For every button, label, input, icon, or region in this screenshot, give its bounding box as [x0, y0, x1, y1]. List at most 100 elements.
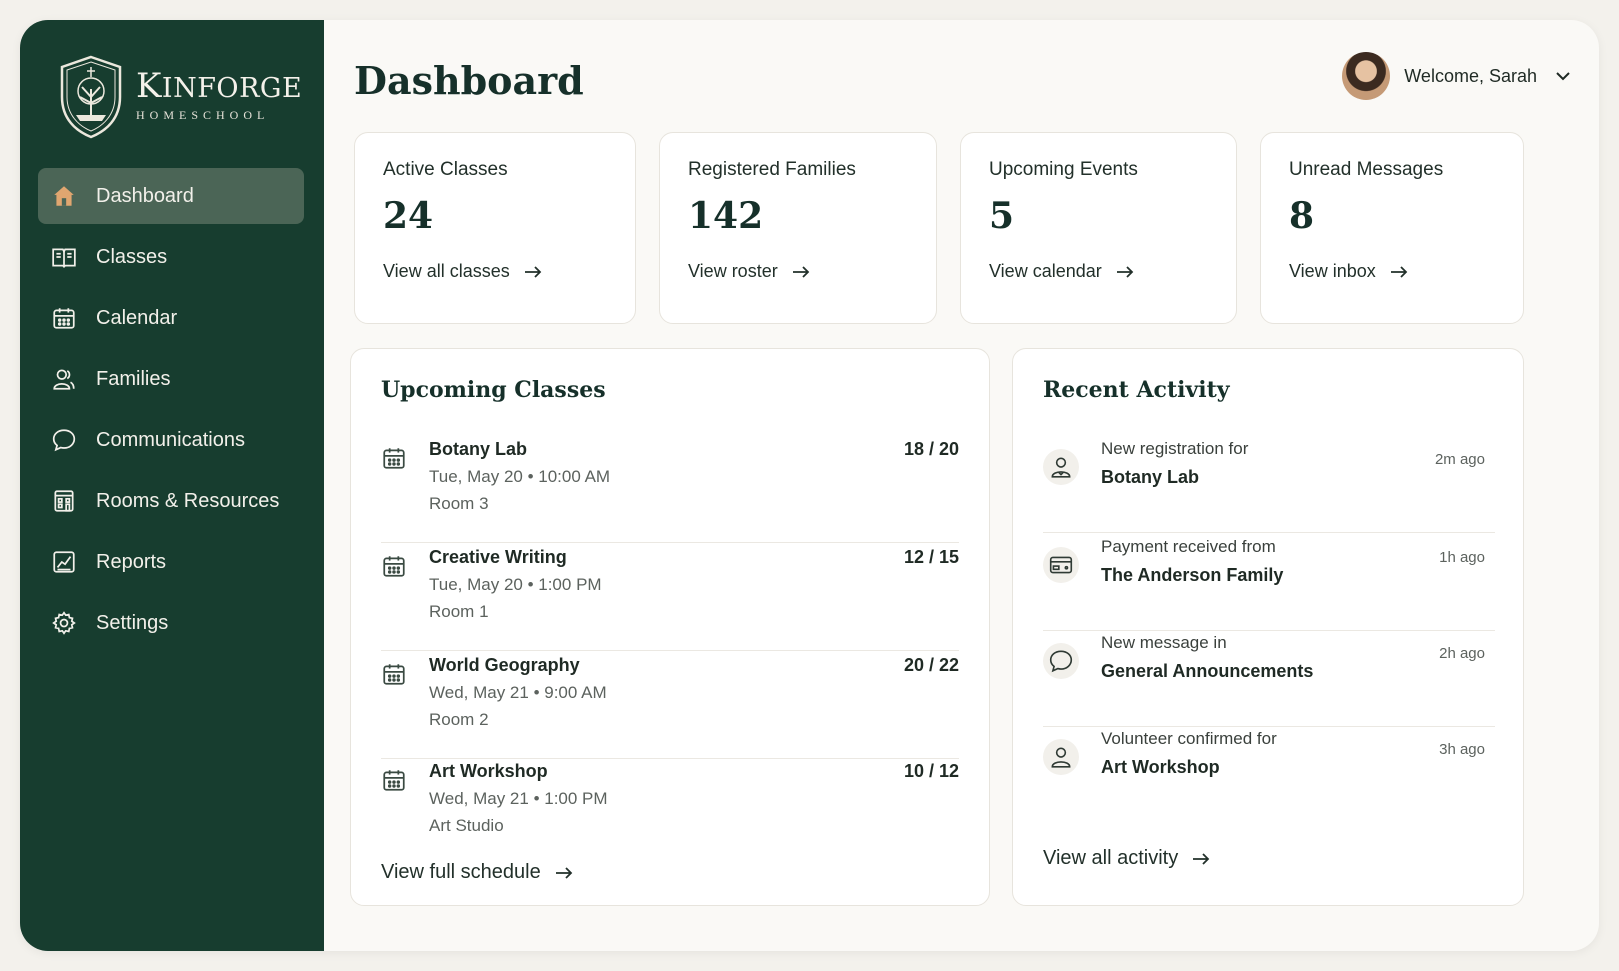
recent-activity-panel: Recent Activity New registration for Bot…: [1012, 348, 1524, 906]
stat-label: Active Classes: [383, 159, 508, 180]
stat-value: 142: [688, 195, 764, 237]
sidebar-item-dashboard[interactable]: Dashboard: [38, 168, 304, 224]
activity-text: Volunteer confirmed for: [1101, 729, 1277, 748]
class-name: Botany Lab: [429, 439, 528, 459]
chevron-down-icon: [1556, 72, 1570, 81]
class-row[interactable]: Creative Writing Tue, May 20 • 1:00 PM R…: [381, 543, 959, 651]
stat-label: Upcoming Events: [989, 159, 1138, 180]
enrollment-count: 20 / 22: [903, 655, 959, 675]
activity-text: Payment received from: [1101, 537, 1276, 556]
stat-card-active-classes: Active Classes 24 View all classes: [354, 132, 636, 324]
view-calendar-link[interactable]: View calendar: [989, 261, 1134, 282]
sidebar-item-label: Communications: [96, 428, 245, 451]
sidebar-item-label: Families: [96, 367, 171, 390]
arrow-right-icon: [1193, 852, 1210, 865]
sidebar-item-label: Calendar: [96, 306, 178, 329]
view-all-classes-link[interactable]: View all classes: [383, 261, 542, 282]
enrollment-count: 10 / 12: [903, 761, 959, 781]
stat-card-registered-families: Registered Families 142 View roster: [659, 132, 937, 324]
calendar-icon: [383, 664, 405, 685]
class-room: Art Studio: [429, 816, 504, 835]
sidebar-item-label: Dashboard: [96, 184, 194, 207]
sidebar-item-families[interactable]: Families: [38, 351, 304, 407]
sidebar-item-reports[interactable]: Reports: [38, 534, 304, 590]
panel-title: Upcoming Classes: [381, 377, 606, 403]
sidebar-item-settings[interactable]: Settings: [38, 595, 304, 651]
sidebar-item-calendar[interactable]: Calendar: [38, 290, 304, 346]
class-name: World Geography: [429, 655, 580, 675]
arrow-right-icon: [1390, 265, 1408, 278]
class-row[interactable]: World Geography Wed, May 21 • 9:00 AM Ro…: [381, 651, 959, 759]
sidebar-item-communications[interactable]: Communications: [38, 412, 304, 468]
view-full-schedule-link[interactable]: View full schedule: [381, 861, 573, 884]
activity-subject: Art Workshop: [1101, 757, 1220, 777]
arrow-right-icon: [1116, 265, 1134, 278]
user-menu[interactable]: Welcome, Sarah: [1342, 52, 1571, 100]
class-name: Art Workshop: [429, 761, 548, 781]
activity-subject: The Anderson Family: [1101, 565, 1284, 585]
class-name: Creative Writing: [429, 547, 567, 567]
sidebar-item-label: Rooms & Resources: [96, 489, 280, 512]
sidebar-item-rooms-resources[interactable]: Rooms & Resources: [38, 473, 304, 529]
brand-initial: K: [136, 66, 162, 106]
link-label: View roster: [688, 261, 778, 281]
crest-logo-icon: [60, 55, 122, 139]
class-time: Wed, May 21 • 1:00 PM: [429, 789, 608, 808]
class-row[interactable]: Botany Lab Tue, May 20 • 10:00 AM Room 3…: [381, 435, 959, 543]
class-room: Room 2: [429, 710, 489, 729]
sidebar-item-label: Settings: [96, 611, 169, 634]
panel-title: Recent Activity: [1043, 377, 1230, 403]
stat-value: 8: [1289, 195, 1315, 237]
stat-value: 24: [383, 195, 434, 237]
activity-time: 1h ago: [1439, 549, 1485, 566]
stat-label: Registered Families: [688, 159, 856, 180]
activity-item[interactable]: New registration for Botany Lab 2m ago: [1043, 437, 1495, 533]
arrow-right-icon: [555, 866, 573, 879]
brand: KINFORGE HOMESCHOOL: [136, 69, 303, 123]
link-label: View calendar: [989, 261, 1102, 281]
chat-bubble-icon: [50, 426, 78, 454]
class-room: Room 3: [429, 494, 489, 513]
sidebar-item-label: Classes: [96, 245, 168, 268]
stat-card-upcoming-events: Upcoming Events 5 View calendar: [960, 132, 1237, 324]
stat-card-unread-messages: Unread Messages 8 View inbox: [1260, 132, 1524, 324]
activity-subject: General Announcements: [1101, 661, 1314, 681]
sidebar-nav: Dashboard Classes Calendar Families Comm…: [38, 168, 304, 656]
activity-item[interactable]: Payment received from The Anderson Famil…: [1043, 535, 1495, 631]
class-row[interactable]: Art Workshop Wed, May 21 • 1:00 PM Art S…: [381, 757, 959, 865]
brand-subtitle: HOMESCHOOL: [136, 108, 270, 122]
view-all-activity-link[interactable]: View all activity: [1043, 847, 1210, 870]
app-window: KINFORGE HOMESCHOOL Dashboard Classes Ca…: [20, 20, 1599, 951]
arrow-right-icon: [792, 265, 809, 278]
view-inbox-link[interactable]: View inbox: [1289, 261, 1408, 282]
users-icon: [50, 365, 78, 393]
link-label: View full schedule: [381, 861, 541, 883]
card-icon: [1043, 547, 1079, 583]
sidebar-item-classes[interactable]: Classes: [38, 229, 304, 285]
sidebar: KINFORGE HOMESCHOOL Dashboard Classes Ca…: [20, 20, 324, 951]
welcome-text: Welcome, Sarah: [1404, 65, 1537, 86]
brand-rest: INFORGE: [161, 73, 303, 104]
chart-icon: [50, 548, 78, 576]
enrollment-count: 18 / 20: [903, 439, 959, 459]
class-time: Wed, May 21 • 9:00 AM: [429, 683, 607, 702]
stat-label: Unread Messages: [1289, 159, 1444, 180]
link-label: View inbox: [1289, 261, 1376, 281]
arrow-right-icon: [524, 265, 542, 278]
class-time: Tue, May 20 • 1:00 PM: [429, 575, 602, 594]
chat-bubble-icon: [1043, 643, 1079, 679]
link-label: View all activity: [1043, 847, 1179, 869]
activity-time: 3h ago: [1439, 741, 1485, 758]
activity-item[interactable]: New message in General Announcements 2h …: [1043, 631, 1495, 727]
link-label: View all classes: [383, 261, 510, 281]
user-icon: [1043, 739, 1079, 775]
book-icon: [50, 243, 78, 271]
activity-item[interactable]: Volunteer confirmed for Art Workshop 3h …: [1043, 727, 1495, 823]
view-roster-link[interactable]: View roster: [688, 261, 810, 282]
avatar: [1342, 52, 1391, 100]
activity-time: 2h ago: [1439, 645, 1485, 662]
user-badge-icon: [1043, 449, 1079, 485]
activity-time: 2m ago: [1434, 451, 1485, 468]
logo[interactable]: KINFORGE HOMESCHOOL: [58, 53, 302, 141]
building-icon: [50, 487, 78, 515]
